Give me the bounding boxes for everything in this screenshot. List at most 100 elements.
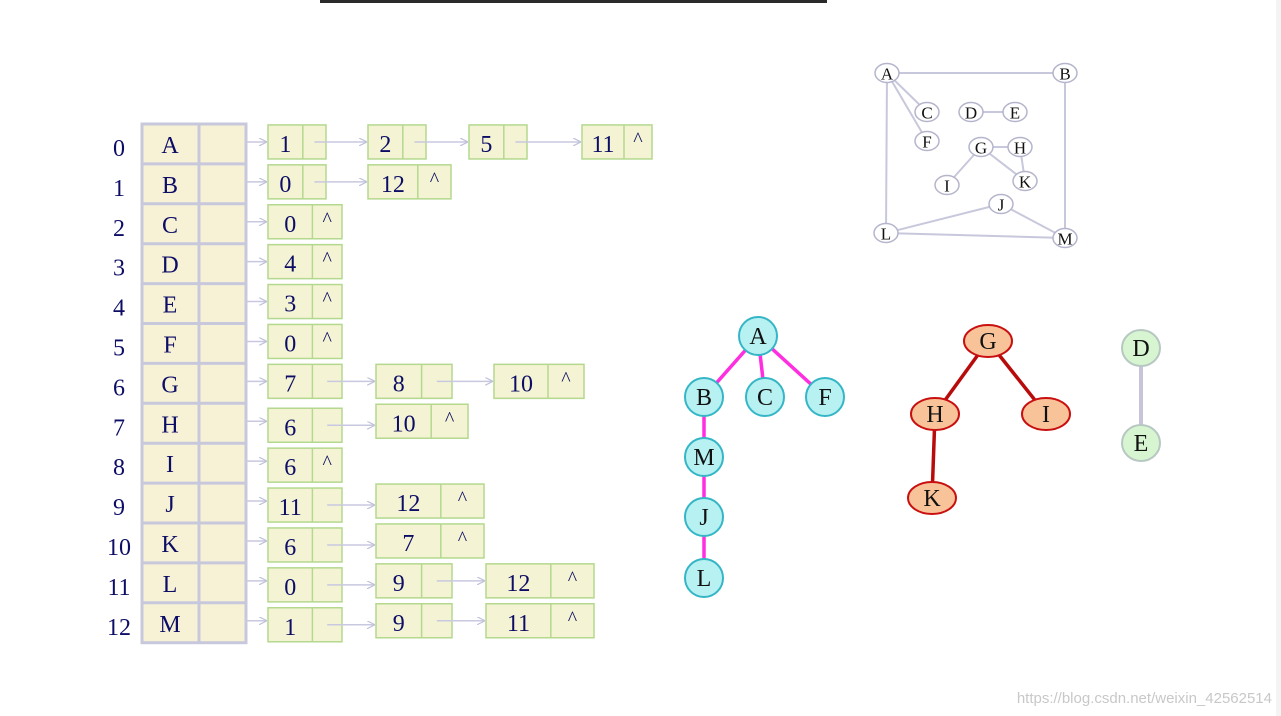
- graph-node-label: G: [975, 139, 987, 158]
- row-index-label: 11: [107, 575, 130, 601]
- vertex-cell-label: M: [159, 612, 180, 638]
- vertex-cell-label: D: [161, 253, 178, 279]
- edge-node-vertex: 5: [480, 132, 492, 158]
- edge-node-end-marker: ^: [445, 408, 455, 430]
- edge-node-vertex: 0: [284, 212, 296, 238]
- edge-node-end-marker: ^: [323, 249, 333, 271]
- vertex-cell-label: L: [163, 572, 178, 598]
- edge-node-end-marker: ^: [568, 568, 578, 590]
- row-index-label: 2: [113, 216, 125, 242]
- tree-node-label: D: [1132, 336, 1149, 362]
- vertex-cell-label: E: [163, 293, 178, 319]
- tree-node-label: I: [1042, 402, 1050, 428]
- tree-node-label: H: [926, 402, 943, 428]
- edge-node-end-marker: ^: [561, 368, 571, 390]
- tree-node-label: B: [696, 385, 712, 411]
- edge-node-vertex: 3: [284, 292, 296, 318]
- diagram-canvas: 0 A 1 2 5 11 ^1 B 0 12 ^2 C 0 ^3 D 4 ^4 E 3 ^5 F 0 ^6 G 7 8 10 ^7 H 6…: [107, 62, 1272, 707]
- graph-node-label: I: [944, 177, 950, 196]
- row-index-label: 3: [113, 256, 125, 282]
- edge-node-vertex: 0: [279, 172, 291, 198]
- tree-node-label: K: [923, 486, 941, 512]
- vertex-cell-label: J: [165, 492, 174, 518]
- edge-node-end-marker: ^: [458, 488, 468, 510]
- edge-node-end-marker: ^: [323, 328, 333, 350]
- edge-node-box: [485, 603, 595, 639]
- graph-node-label: B: [1059, 65, 1070, 84]
- edge-node-vertex: 6: [284, 455, 296, 481]
- graph-node-label: A: [881, 65, 894, 84]
- graph-edge: [885, 232, 1066, 239]
- edge-node-vertex: 0: [284, 575, 296, 601]
- edge-node-vertex: 1: [284, 615, 296, 641]
- spanning-forest: A B C F M J L G H I K D E: [684, 316, 1161, 598]
- graph-node-label: M: [1057, 230, 1072, 249]
- row-index-label: 8: [113, 455, 125, 481]
- vertex-cell-label: G: [161, 372, 178, 398]
- tree-node-label: A: [749, 324, 767, 350]
- adjacency-list: 0 A 1 2 5 11 ^1 B 0 12 ^2 C 0 ^3 D 4 ^4 E 3 ^5 F 0 ^6 G 7 8 10 ^7 H 6…: [107, 122, 653, 645]
- tree-node-label: E: [1134, 431, 1149, 457]
- edge-node-end-marker: ^: [323, 452, 333, 474]
- edge-node-box: [375, 483, 485, 519]
- vertex-cell-label: A: [161, 133, 179, 159]
- graph-node-label: F: [922, 133, 931, 152]
- graph-node-label: D: [965, 104, 977, 123]
- edge-node-end-marker: ^: [323, 289, 333, 311]
- edge-node-vertex: 1: [279, 132, 291, 158]
- edge-node-vertex: 7: [402, 531, 414, 557]
- edge-node-vertex: 10: [392, 411, 416, 437]
- row-index-label: 10: [107, 535, 131, 561]
- edge-node-vertex: 11: [507, 611, 530, 637]
- graph-node-label: J: [998, 196, 1005, 215]
- edge-node-vertex: 12: [381, 172, 405, 198]
- edge-node-vertex: 2: [379, 132, 391, 158]
- vertex-cell-label: C: [162, 213, 178, 239]
- edge-node-end-marker: ^: [430, 169, 440, 191]
- row-index-label: 7: [113, 415, 125, 441]
- edge-node-vertex: 11: [279, 495, 302, 521]
- edge-node-vertex: 6: [284, 415, 296, 441]
- vertex-cell-label: H: [161, 412, 178, 438]
- tree-node-label: L: [697, 566, 712, 592]
- row-index-label: 12: [107, 615, 131, 641]
- tree-node-label: G: [979, 329, 996, 355]
- vertex-cell-label: F: [163, 332, 176, 358]
- graph-node-label: E: [1010, 104, 1020, 123]
- graph-edge: [885, 72, 888, 234]
- edge-node-vertex: 12: [506, 571, 530, 597]
- vertex-cell-label: I: [166, 452, 174, 478]
- edge-node-vertex: 6: [284, 535, 296, 561]
- edge-node-vertex: 0: [284, 331, 296, 357]
- tree-node-label: J: [699, 505, 708, 531]
- graph-node-label: L: [881, 225, 891, 244]
- vertex-cell-label: K: [161, 532, 179, 558]
- watermark-text: https://blog.csdn.net/weixin_42562514: [1017, 690, 1272, 707]
- original-graph: A B C D E F G H I JK L M: [873, 62, 1078, 249]
- row-index-label: 9: [113, 495, 125, 521]
- edge-node-end-marker: ^: [458, 528, 468, 550]
- tree-node-label: C: [757, 385, 773, 411]
- row-index-label: 6: [113, 375, 125, 401]
- edge-node-vertex: 8: [393, 371, 405, 397]
- edge-node-vertex: 10: [509, 371, 533, 397]
- vertex-array: [140, 122, 248, 645]
- tree-node-label: M: [693, 445, 714, 471]
- vertex-cell-label: B: [162, 173, 178, 199]
- row-index-label: 5: [113, 335, 125, 361]
- edge-node-end-marker: ^: [323, 209, 333, 231]
- edge-node-vertex: 12: [396, 491, 420, 517]
- edge-node-vertex: 11: [591, 132, 614, 158]
- edge-node-vertex: 9: [393, 571, 405, 597]
- stage: 0 A 1 2 5 11 ^ 1 B 0 12 ^ 2 C 0 ^ 3 D 4 ^ 4 E 3 ^ 5 F 0 ^ 6 G 7 8 10 ^ 7 H 6…: [0, 0, 1281, 716]
- tree-node-label: F: [818, 385, 831, 411]
- graph-node-label: H: [1014, 139, 1026, 158]
- row-index-label: 1: [113, 176, 125, 202]
- edge-node-end-marker: ^: [633, 129, 643, 151]
- edge-node-vertex: 9: [393, 611, 405, 637]
- edge-node-end-marker: ^: [568, 608, 578, 630]
- graph-node-label: K: [1019, 173, 1032, 192]
- edge-node-box: [485, 563, 595, 599]
- row-index-label: 4: [113, 296, 125, 322]
- edge-node-vertex: 7: [284, 371, 296, 397]
